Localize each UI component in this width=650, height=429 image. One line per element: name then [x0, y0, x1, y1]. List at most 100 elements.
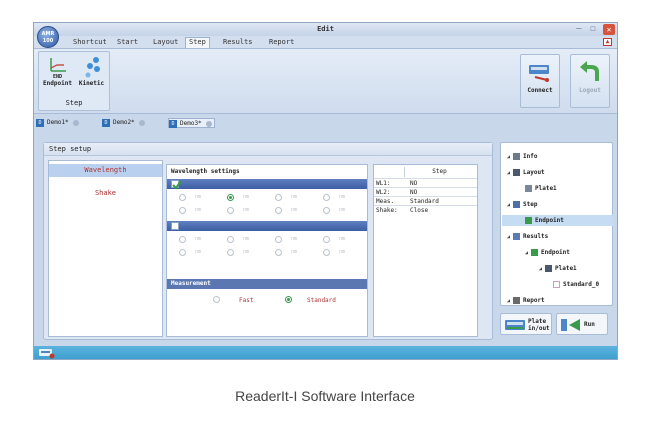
- radio-option[interactable]: [179, 236, 186, 243]
- step-group: END Endpoint Kinetic Step: [38, 51, 110, 111]
- plate-inout-button[interactable]: Plate in/out: [500, 313, 552, 335]
- tree-label: Results: [523, 233, 549, 240]
- tree-item-info[interactable]: ◢ Info: [507, 151, 537, 162]
- radio-option[interactable]: [275, 236, 282, 243]
- tree-label: Endpoint: [535, 217, 564, 224]
- logout-button[interactable]: Logout: [570, 54, 610, 108]
- wavelength-1-options-row-1: nm nm nm nm: [167, 191, 367, 204]
- layout-icon: [513, 169, 520, 176]
- tree-item-endpoint[interactable]: Endpoint: [502, 215, 613, 226]
- ribbon-group-label: Step: [65, 99, 83, 107]
- close-icon[interactable]: ✕: [603, 24, 615, 35]
- doc-tab-demo1[interactable]: D Demo1*: [36, 118, 79, 128]
- radio-option[interactable]: [323, 236, 330, 243]
- step-summary-table: Step WL1: NO WL2: NO Meas. Standard Shak…: [373, 164, 478, 337]
- image-caption: ReaderIt-I Software Interface: [235, 388, 415, 404]
- connect-button[interactable]: Connect: [520, 54, 560, 108]
- connect-icon: [529, 65, 549, 82]
- plate-inout-label: Plate in/out: [528, 318, 550, 332]
- radio-option[interactable]: [275, 207, 282, 214]
- settings-title: Wavelength settings: [171, 168, 240, 175]
- wavelength-settings: Wavelength settings nm nm nm nm nm nm nm…: [166, 164, 368, 337]
- radio-label: nm: [291, 236, 298, 242]
- radio-option[interactable]: [323, 207, 330, 214]
- tree-label: Plate1: [535, 185, 557, 192]
- tab-step[interactable]: Step: [185, 37, 210, 48]
- radio-label: nm: [291, 194, 298, 200]
- radio-option[interactable]: [275, 249, 282, 256]
- tab-close-icon[interactable]: [138, 119, 145, 126]
- document-icon: D: [102, 118, 110, 127]
- menu-bar: Shortcut Start Layout Step Results Repor…: [34, 36, 617, 48]
- plate-tray-icon: [505, 320, 525, 330]
- document-icon: D: [169, 119, 177, 128]
- connect-label: Connect: [527, 87, 553, 94]
- tree-item-plate1[interactable]: Plate1: [525, 183, 557, 194]
- summary-value: Close: [410, 207, 429, 214]
- kinetic-button[interactable]: Kinetic: [75, 55, 108, 97]
- tree-item-results-plate1[interactable]: ◢ Plate1: [539, 263, 577, 274]
- maximize-icon[interactable]: ☐: [587, 24, 599, 35]
- endpoint-icon: [49, 58, 66, 72]
- tab-close-icon[interactable]: [72, 119, 79, 126]
- measurement-standard-radio[interactable]: [285, 296, 292, 303]
- radio-label: nm: [195, 194, 202, 200]
- document-tabs: D Demo1* D Demo2* D Demo3*: [34, 118, 617, 129]
- radio-option[interactable]: [275, 194, 282, 201]
- tree-item-standard-0[interactable]: Standard_0: [553, 279, 599, 290]
- tree-item-step[interactable]: ◢ Step: [507, 199, 537, 210]
- run-icon: [561, 319, 580, 331]
- doc-tab-demo3[interactable]: D Demo3*: [168, 118, 215, 128]
- run-button[interactable]: Run: [556, 313, 608, 335]
- tab-start[interactable]: Start: [114, 37, 141, 48]
- radio-label: nm: [195, 249, 202, 255]
- radio-label: nm: [339, 207, 346, 213]
- tab-close-icon[interactable]: [205, 120, 212, 127]
- measurement-title: Measurement: [167, 279, 367, 289]
- nav-item-wavelength[interactable]: Wavelength: [49, 164, 162, 177]
- kinetic-icon: [85, 57, 100, 78]
- tab-report[interactable]: Report: [266, 37, 297, 48]
- radio-option[interactable]: [179, 194, 186, 201]
- nav-item-shake[interactable]: Shake: [49, 187, 162, 200]
- tab-results[interactable]: Results: [220, 37, 256, 48]
- title-bar: Edit – ☐ ✕: [34, 23, 617, 36]
- tab-layout[interactable]: Layout: [150, 37, 181, 48]
- radio-option[interactable]: [227, 236, 234, 243]
- tree-item-layout[interactable]: ◢ Layout: [507, 167, 545, 178]
- printer-icon: [513, 297, 520, 304]
- radio-option[interactable]: [227, 207, 234, 214]
- measurement-fast-radio[interactable]: [213, 296, 220, 303]
- logout-label: Logout: [579, 87, 601, 94]
- plate-icon: [545, 265, 552, 272]
- info-icon: [513, 153, 520, 160]
- endpoint-button[interactable]: END Endpoint: [41, 55, 74, 97]
- radio-label: nm: [339, 249, 346, 255]
- radio-option[interactable]: [323, 194, 330, 201]
- step-nav-list: Wavelength Shake: [48, 160, 163, 337]
- radio-option[interactable]: [179, 249, 186, 256]
- status-bar: [34, 346, 617, 359]
- radio-option[interactable]: [227, 249, 234, 256]
- radio-option[interactable]: [179, 207, 186, 214]
- tree-label: Report: [523, 297, 545, 304]
- doc-tab-demo2[interactable]: D Demo2*: [102, 118, 145, 128]
- tab-shortcut[interactable]: Shortcut: [70, 37, 110, 48]
- tree-item-results-endpoint[interactable]: ◢ Endpoint: [525, 247, 570, 258]
- project-tree: ◢ Info ◢ Layout Plate1 ◢ Step Endpoint ◢ Res…: [500, 142, 613, 306]
- step-setup-title: Step setup: [44, 143, 492, 156]
- checkmark-icon: [172, 180, 182, 190]
- minimize-icon[interactable]: –: [573, 24, 585, 35]
- tree-item-results[interactable]: ◢ Results: [507, 231, 548, 242]
- radio-option-selected[interactable]: [227, 194, 234, 201]
- app-logo[interactable]: AMR 100: [37, 26, 59, 48]
- radio-label: nm: [291, 207, 298, 213]
- wavelength-2-checkbox[interactable]: [171, 222, 179, 230]
- table-row: WL2: NO: [374, 187, 477, 196]
- tree-label: Info: [523, 153, 538, 160]
- table-row: Shake: Close: [374, 205, 477, 214]
- help-icon[interactable]: ▲: [603, 38, 612, 46]
- radio-option[interactable]: [323, 249, 330, 256]
- wavelength-1-checkbox[interactable]: [171, 180, 182, 190]
- tree-item-report[interactable]: ◢ Report: [507, 295, 545, 306]
